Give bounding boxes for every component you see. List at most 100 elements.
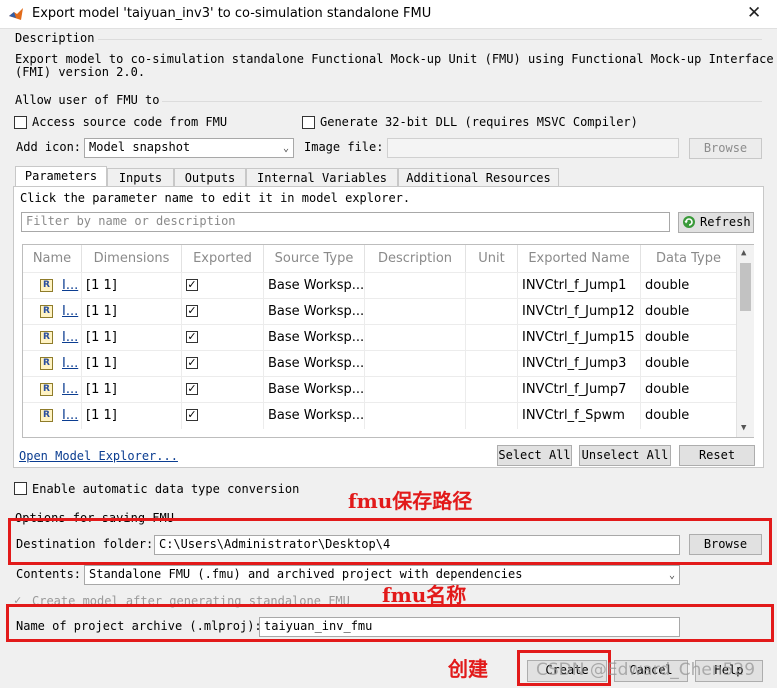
- column-header-data-type[interactable]: Data Type: [641, 245, 737, 272]
- allow-header: Allow user of FMU to: [15, 93, 160, 107]
- tab-internal-variables[interactable]: Internal Variables: [246, 168, 398, 187]
- generate-32bit-checkbox[interactable]: [302, 116, 315, 129]
- column-header-description[interactable]: Description: [365, 245, 466, 272]
- cell-unit: [466, 351, 518, 377]
- image-file-input[interactable]: [387, 138, 679, 158]
- column-header-unit[interactable]: Unit: [466, 245, 518, 272]
- table-scrollbar[interactable]: ▲ ▼: [736, 245, 754, 437]
- cell-exported[interactable]: ✓: [182, 325, 264, 351]
- cell-unit: [466, 377, 518, 403]
- column-header-exported[interactable]: Exported: [182, 245, 264, 272]
- parameter-filter-input[interactable]: Filter by name or description: [21, 212, 670, 232]
- scroll-thumb[interactable]: [740, 263, 751, 311]
- table-row[interactable]: R I... [1 1] ✓ Base Worksp... INVCtrl_f_J…: [23, 298, 737, 325]
- tab-outputs[interactable]: Outputs: [174, 168, 246, 187]
- description-line-1: Export model to co-simulation standalone…: [15, 52, 774, 66]
- description-divider: [98, 39, 762, 40]
- parameter-icon: R: [40, 331, 53, 344]
- cell-data-type: double: [641, 403, 737, 429]
- table-row[interactable]: R I... [1 1] ✓ Base Worksp... INVCtrl_f_J…: [23, 350, 737, 377]
- cell-exported[interactable]: ✓: [182, 377, 264, 403]
- add-icon-dropdown[interactable]: Model snapshot ⌄: [84, 138, 294, 158]
- cell-source-type: Base Worksp...: [264, 325, 365, 351]
- reset-button[interactable]: Reset: [679, 445, 755, 466]
- tab-parameters[interactable]: Parameters: [15, 166, 107, 187]
- table-row[interactable]: R I... [1 1] ✓ Base Worksp... INVCtrl_f_J…: [23, 376, 737, 403]
- cell-description: [365, 403, 466, 429]
- unselect-all-button[interactable]: Unselect All: [579, 445, 671, 466]
- cell-exported[interactable]: ✓: [182, 299, 264, 325]
- tab-inputs[interactable]: Inputs: [107, 168, 174, 187]
- cell-dimensions: [1 1]: [82, 403, 182, 429]
- cell-source-type: Base Worksp...: [264, 351, 365, 377]
- image-file-label: Image file:: [304, 140, 384, 154]
- parameters-table: Name Dimensions Exported Source Type Des…: [22, 244, 754, 438]
- annotation-create: 创建: [448, 657, 488, 681]
- cell-data-type: double: [641, 377, 737, 403]
- watermark: CSDN @Edward_Chen529: [536, 660, 756, 680]
- access-source-label: Access source code from FMU: [32, 115, 228, 129]
- annotation-box-destination: [8, 518, 772, 565]
- cell-description: [365, 273, 466, 299]
- cell-exported-name: INVCtrl_f_Jump1: [518, 273, 641, 299]
- cell-name[interactable]: R I...: [23, 273, 82, 299]
- annotation-fmu-save-path: fmu保存路径: [348, 489, 473, 513]
- table-row[interactable]: R I... [1 1] ✓ Base Worksp... INVCtrl_f_J…: [23, 272, 737, 299]
- cell-exported-name: INVCtrl_f_Jump3: [518, 351, 641, 377]
- description-line-2: (FMI) version 2.0.: [15, 65, 146, 79]
- column-header-name[interactable]: Name: [23, 245, 82, 272]
- exported-checkbox[interactable]: ✓: [186, 383, 198, 395]
- parameter-icon: R: [40, 357, 53, 370]
- cell-exported[interactable]: ✓: [182, 351, 264, 377]
- select-all-button[interactable]: Select All: [497, 445, 572, 466]
- exported-checkbox[interactable]: ✓: [186, 331, 198, 343]
- cell-name[interactable]: R I...: [23, 299, 82, 325]
- cell-exported[interactable]: ✓: [182, 273, 264, 299]
- table-row[interactable]: R I... [1 1] ✓ Base Worksp... INVCtrl_f_S…: [23, 402, 737, 429]
- exported-checkbox[interactable]: ✓: [186, 357, 198, 369]
- cell-source-type: Base Worksp...: [264, 403, 365, 429]
- cell-dimensions: [1 1]: [82, 377, 182, 403]
- allow-divider: [162, 101, 762, 102]
- close-icon[interactable]: ✕: [747, 3, 761, 23]
- add-icon-label: Add icon:: [16, 140, 82, 154]
- cell-name[interactable]: R I...: [23, 325, 82, 351]
- chevron-down-icon: ⌄: [668, 570, 675, 581]
- column-header-exported-name[interactable]: Exported Name: [518, 245, 641, 272]
- parameter-icon: R: [40, 383, 53, 396]
- tab-additional-resources[interactable]: Additional Resources: [398, 168, 559, 187]
- scroll-down-icon[interactable]: ▼: [741, 423, 746, 433]
- scroll-up-icon[interactable]: ▲: [741, 248, 746, 258]
- refresh-button[interactable]: Refresh: [678, 212, 754, 233]
- cell-dimensions: [1 1]: [82, 351, 182, 377]
- exported-checkbox[interactable]: ✓: [186, 305, 198, 317]
- cell-name[interactable]: R I...: [23, 351, 82, 377]
- cell-exported-name: INVCtrl_f_Jump12: [518, 299, 641, 325]
- cell-unit: [466, 325, 518, 351]
- cell-unit: [466, 299, 518, 325]
- access-source-checkbox[interactable]: [14, 116, 27, 129]
- column-header-source-type[interactable]: Source Type: [264, 245, 365, 272]
- image-browse-button[interactable]: Browse: [689, 138, 762, 159]
- column-header-dimensions[interactable]: Dimensions: [82, 245, 182, 272]
- cell-dimensions: [1 1]: [82, 299, 182, 325]
- cell-unit: [466, 403, 518, 429]
- cell-exported-name: INVCtrl_f_Spwm: [518, 403, 641, 429]
- table-row[interactable]: R I... [1 1] ✓ Base Worksp... INVCtrl_f_J…: [23, 324, 737, 351]
- exported-checkbox[interactable]: ✓: [186, 279, 198, 291]
- open-model-explorer-link[interactable]: Open Model Explorer...: [19, 449, 178, 463]
- cell-description: [365, 325, 466, 351]
- cell-exported[interactable]: ✓: [182, 403, 264, 429]
- cell-source-type: Base Worksp...: [264, 377, 365, 403]
- window-title: Export model 'taiyuan_inv3' to co-simula…: [32, 6, 432, 21]
- cell-source-type: Base Worksp...: [264, 273, 365, 299]
- cell-name[interactable]: R I...: [23, 377, 82, 403]
- parameter-icon: R: [40, 305, 53, 318]
- cell-data-type: double: [641, 299, 737, 325]
- cell-name[interactable]: R I...: [23, 403, 82, 429]
- cell-description: [365, 299, 466, 325]
- parameter-icon: R: [40, 279, 53, 292]
- refresh-label: Refresh: [700, 215, 751, 229]
- auto-convert-checkbox[interactable]: [14, 482, 27, 495]
- exported-checkbox[interactable]: ✓: [186, 409, 198, 421]
